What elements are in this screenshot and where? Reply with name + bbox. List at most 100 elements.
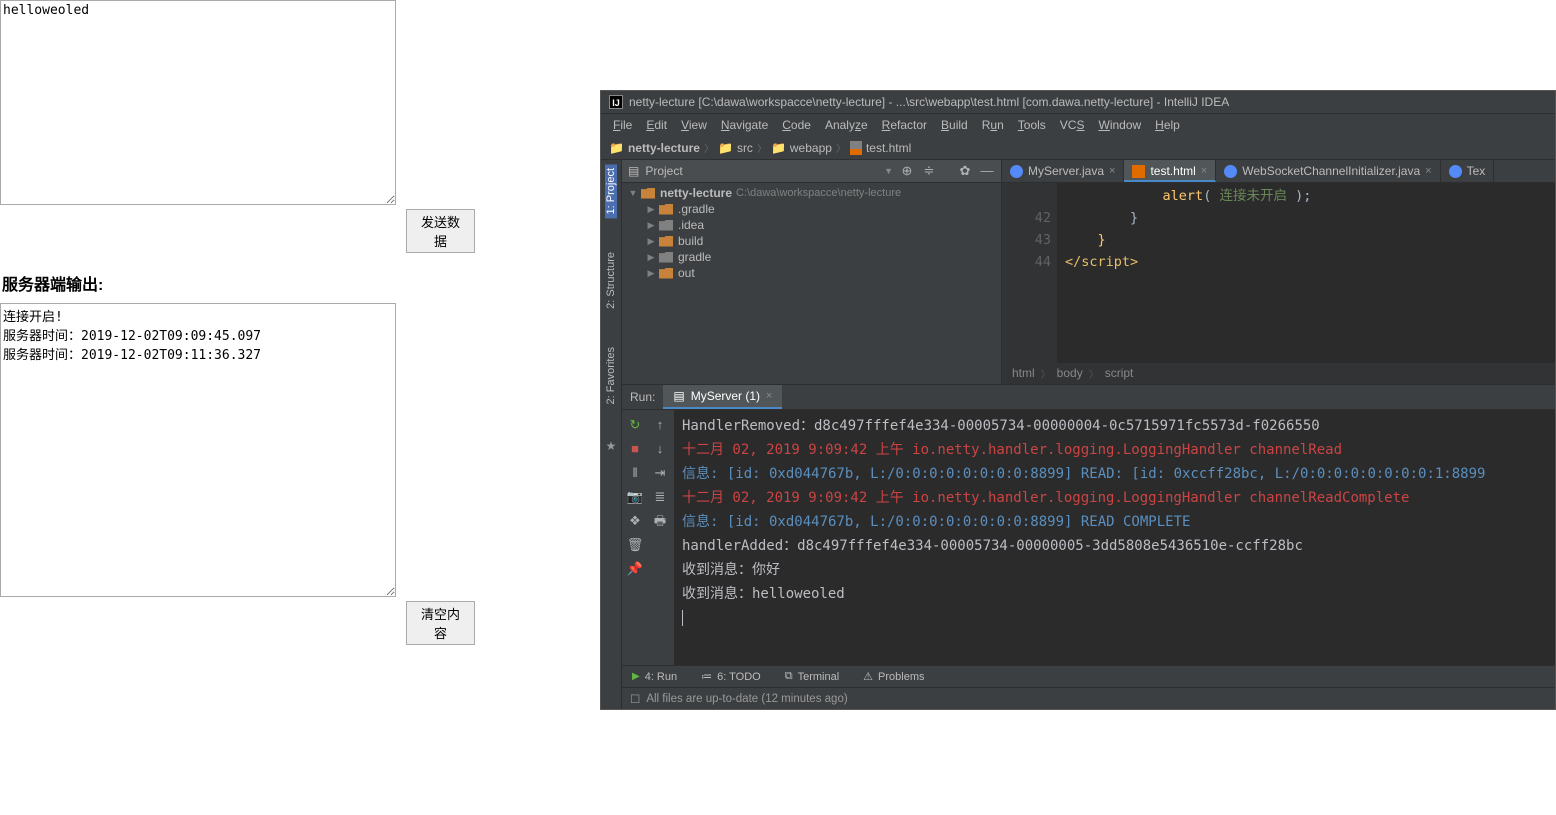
tree-folder[interactable]: ▶gradle [622, 249, 1001, 265]
tool-structure-label[interactable]: 2: Structure [605, 248, 617, 313]
output-title: 服务器端输出: [2, 271, 475, 295]
tool-favorites-label[interactable]: 2: Favorites [605, 343, 617, 408]
crumb[interactable]: script [1105, 366, 1134, 381]
project-tree[interactable]: ▼ netty-lecture C:\dawa\workspacce\netty… [622, 183, 1001, 384]
bc-root[interactable]: netty-lecture [628, 141, 700, 155]
bt-terminal[interactable]: ⧉Terminal [781, 668, 843, 685]
folder-icon: 📁 [718, 141, 733, 155]
bc-src[interactable]: src [737, 141, 753, 155]
menu-navigate[interactable]: Navigate [715, 116, 774, 134]
run-tool-window: Run: ▤MyServer (1)× ↻ ↑ ■ ↓ ‖ ⇥ 📷 ≣ ❖ 🖶 [622, 385, 1555, 665]
browser-test-page: 发送数据 服务器端输出: 清空内容 [0, 0, 475, 645]
bt-todo[interactable]: ≔6: TODO [697, 668, 765, 685]
run-tab[interactable]: ▤MyServer (1)× [663, 385, 782, 409]
tool-project-label[interactable]: 1: Project [605, 164, 617, 218]
window-title: netty-lecture [C:\dawa\workspacce\netty-… [629, 95, 1229, 109]
tree-folder[interactable]: ▶build [622, 233, 1001, 249]
status-text: All files are up-to-date (12 minutes ago… [646, 693, 847, 705]
project-header: ▤ Project ▼ ⊕ ≑ ✿ — [622, 160, 1001, 183]
wrap-icon[interactable]: ⇥ [649, 462, 671, 484]
stop-icon[interactable]: ■ [624, 438, 646, 460]
folder-icon: 📁 [771, 141, 786, 155]
java-icon [1224, 165, 1237, 178]
tree-folder[interactable]: ▶.gradle [622, 201, 1001, 217]
menu-view[interactable]: View [675, 116, 713, 134]
statusbar: ☐ All files are up-to-date (12 minutes a… [622, 687, 1555, 709]
java-icon [1449, 165, 1462, 178]
close-icon[interactable]: × [766, 390, 772, 402]
print-icon[interactable]: 🖶 [649, 510, 671, 532]
scroll-icon[interactable]: ≣ [649, 486, 671, 508]
nav-breadcrumb: 📁 netty-lecture 〉 📁 src 〉 📁 webapp 〉 tes… [601, 136, 1555, 160]
menu-edit[interactable]: Edit [640, 116, 673, 134]
code-editor[interactable]: alert( 连接未开启 ); } } </script> [1057, 183, 1555, 363]
crumb[interactable]: body [1057, 366, 1083, 381]
menu-tools[interactable]: Tools [1012, 116, 1052, 134]
bc-webapp[interactable]: webapp [790, 141, 832, 155]
bt-problems[interactable]: ⚠Problems [859, 668, 928, 685]
menu-help[interactable]: Help [1149, 116, 1186, 134]
menu-window[interactable]: Window [1092, 116, 1147, 134]
collapse-icon[interactable]: ≑ [921, 163, 937, 179]
pin-icon[interactable]: 📌 [624, 558, 646, 580]
run-label: Run: [622, 386, 663, 408]
close-icon[interactable]: × [1201, 165, 1207, 177]
intellij-idea-window: IJ netty-lecture [C:\dawa\workspacce\net… [600, 90, 1556, 710]
tab-tex[interactable]: Tex [1441, 160, 1495, 182]
clear-button[interactable]: 清空内容 [406, 601, 475, 645]
hide-icon[interactable]: — [979, 163, 995, 179]
menubar: File Edit View Navigate Code Analyze Ref… [601, 114, 1555, 136]
tree-root[interactable]: ▼ netty-lecture C:\dawa\workspacce\netty… [622, 185, 1001, 201]
gear-icon[interactable]: ✿ [957, 163, 973, 179]
project-view-icon: ▤ [628, 164, 639, 178]
menu-analyze[interactable]: Analyze [819, 116, 874, 134]
editor: MyServer.java× test.html× WebSocketChann… [1002, 160, 1555, 384]
target-icon[interactable]: ⊕ [899, 163, 915, 179]
menu-file[interactable]: File [607, 116, 638, 134]
menu-build[interactable]: Build [935, 116, 974, 134]
html-file-icon [850, 141, 862, 155]
line-gutter: 424344 [1002, 183, 1057, 363]
left-tool-strip: 1: Project 2: Structure 2: Favorites ★ [601, 160, 622, 709]
bc-file[interactable]: test.html [866, 141, 911, 155]
project-tool-window: ▤ Project ▼ ⊕ ≑ ✿ — ▼ netty-lecture [622, 160, 1002, 384]
menu-refactor[interactable]: Refactor [876, 116, 933, 134]
up-icon[interactable]: ↑ [649, 414, 671, 436]
exit-icon[interactable]: ❖ [624, 510, 646, 532]
run-toolbar: ↻ ↑ ■ ↓ ‖ ⇥ 📷 ≣ ❖ 🖶 🗑 📌 [622, 410, 674, 665]
intellij-icon: IJ [609, 95, 623, 109]
code-breadcrumb: html〉 body〉 script [1002, 363, 1555, 384]
message-input[interactable] [0, 0, 396, 205]
console-output[interactable]: HandlerRemoved：d8c497fffef4e334-00005734… [674, 410, 1555, 665]
menu-vcs[interactable]: VCS [1054, 116, 1091, 134]
html-icon [1132, 165, 1145, 178]
close-icon[interactable]: × [1425, 165, 1431, 177]
down-icon[interactable]: ↓ [649, 438, 671, 460]
tab-wsinit[interactable]: WebSocketChannelInitializer.java× [1216, 160, 1440, 182]
menu-run[interactable]: Run [976, 116, 1010, 134]
tree-folder[interactable]: ▶.idea [622, 217, 1001, 233]
server-output[interactable] [0, 303, 396, 597]
titlebar: IJ netty-lecture [C:\dawa\workspacce\net… [601, 91, 1555, 114]
project-header-label[interactable]: Project [645, 164, 878, 178]
send-button[interactable]: 发送数据 [406, 209, 475, 253]
java-icon [1010, 165, 1023, 178]
chevron-down-icon[interactable]: ▼ [884, 166, 893, 176]
folder-icon: 📁 [609, 141, 624, 155]
rerun-icon[interactable]: ↻ [624, 414, 646, 436]
bottom-toolbar: ▶4: Run ≔6: TODO ⧉Terminal ⚠Problems [622, 665, 1555, 687]
status-icon: ☐ [630, 692, 640, 706]
tab-myserver[interactable]: MyServer.java× [1002, 160, 1124, 182]
crumb[interactable]: html [1012, 366, 1035, 381]
run-config-icon: ▤ [673, 389, 684, 403]
tab-testhtml[interactable]: test.html× [1124, 160, 1216, 182]
dump-icon[interactable]: 📷 [624, 486, 646, 508]
bt-run[interactable]: ▶4: Run [628, 669, 681, 685]
trash-icon[interactable]: 🗑 [624, 534, 646, 556]
tree-folder[interactable]: ▶out [622, 265, 1001, 281]
editor-tabs: MyServer.java× test.html× WebSocketChann… [1002, 160, 1555, 183]
pause-icon[interactable]: ‖ [624, 462, 646, 484]
menu-code[interactable]: Code [776, 116, 817, 134]
star-icon: ★ [606, 439, 617, 453]
close-icon[interactable]: × [1109, 165, 1115, 177]
